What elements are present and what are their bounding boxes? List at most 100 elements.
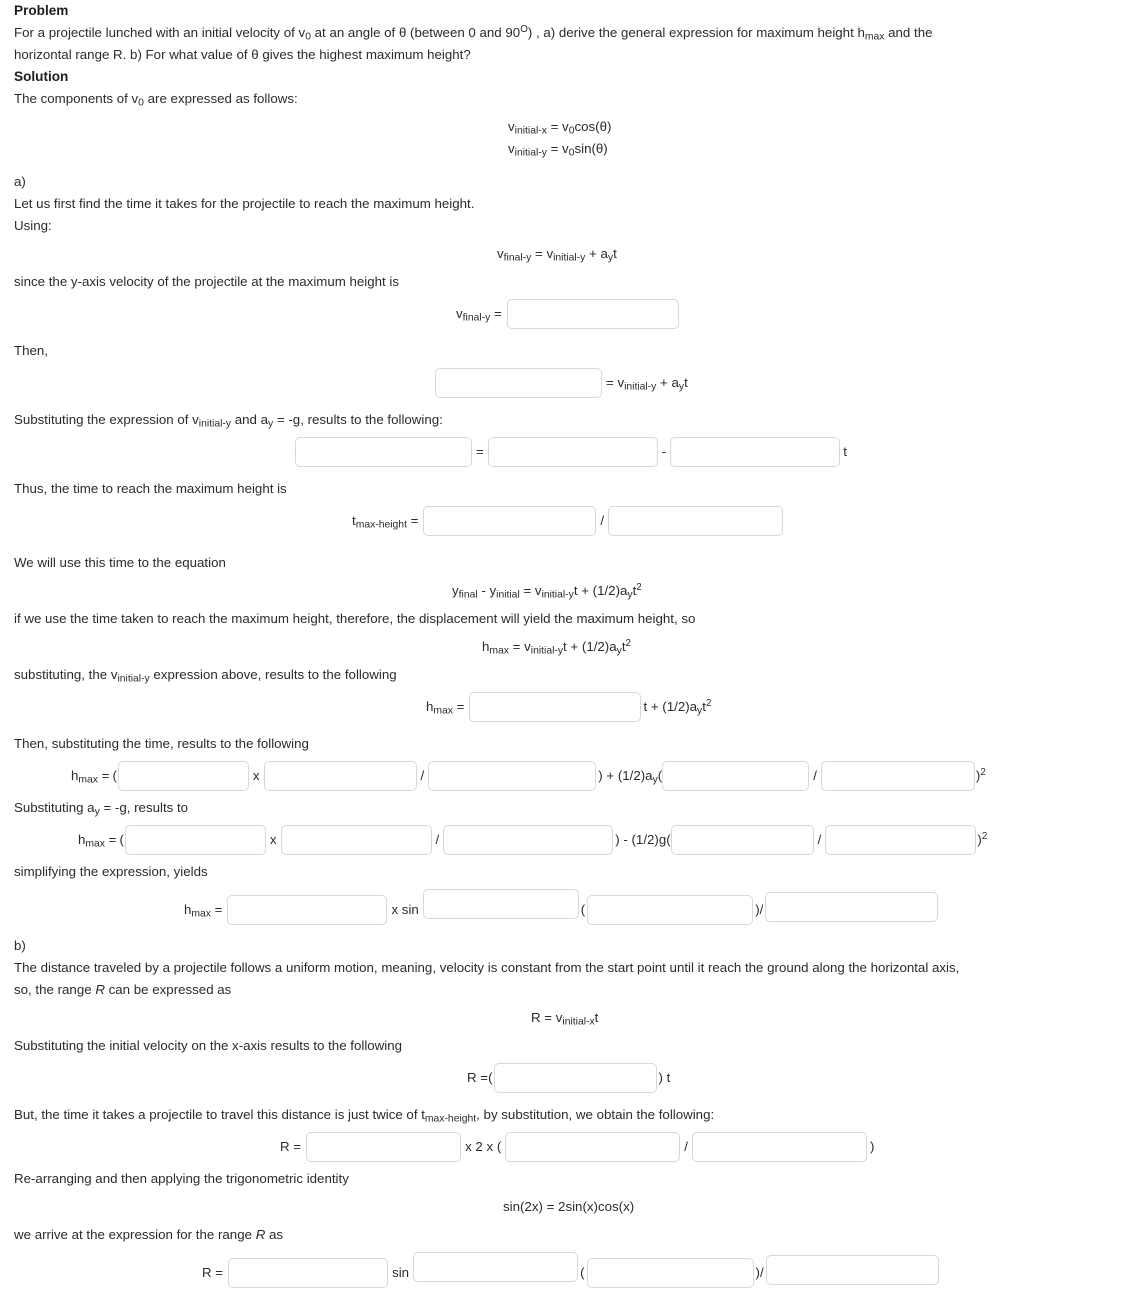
vfinal-row-label: vfinal-y = <box>456 304 502 324</box>
hmax-row3-sub: max <box>85 838 105 850</box>
range-eq-sub: initial-x <box>562 1016 595 1028</box>
problem-text-b: at an angle of θ (between 0 and 90 <box>310 25 521 40</box>
divide-operator-2: / <box>420 768 425 783</box>
squared-superscript-1: 2 <box>980 767 986 779</box>
subst-ay-text-a: Substituting a <box>14 800 95 815</box>
divide-operator-6: / <box>759 902 764 917</box>
input-hmaxg-1[interactable] <box>124 825 266 855</box>
paren-close-minus-1: ) - (1/2)g( <box>613 830 670 850</box>
input-simp-1[interactable] <box>227 895 388 925</box>
then-label: Then, <box>14 343 49 358</box>
then-t: t <box>684 375 688 390</box>
vx-equals: = v <box>546 119 569 134</box>
simplifying-line: simplifying the expression, yields <box>14 864 208 879</box>
equation-hmax-general: hmax = vinitial-yt + (1/2)ayt2 <box>14 636 1122 658</box>
vfinal-row-v: v <box>456 306 463 321</box>
input-range2-1[interactable] <box>306 1132 462 1162</box>
row-range-substituted: R = ( ) t <box>14 1063 1122 1093</box>
input-range3-4[interactable] <box>765 1255 939 1285</box>
divide-operator-3: / <box>813 768 817 783</box>
problem-text-d: and the <box>884 25 933 40</box>
vy-subscript: initial-y <box>514 147 547 159</box>
minus-operator-1: - <box>661 444 667 459</box>
input-hmax-t1[interactable] <box>117 761 249 791</box>
subst-vinit-sub: initial-y <box>117 673 150 685</box>
input-hmaxg-2[interactable] <box>280 825 432 855</box>
input-hmaxg-4[interactable] <box>670 825 814 855</box>
divide-operator-1: / <box>600 513 605 528</box>
input-range-1[interactable] <box>493 1063 657 1093</box>
tmax-sub: max-height <box>355 519 407 531</box>
input-range3-1[interactable] <box>228 1258 389 1288</box>
thus-time-line: Thus, the time to reach the maximum heig… <box>14 481 287 496</box>
hmax-equals: = v <box>508 639 531 654</box>
input-tmax-denominator[interactable] <box>608 506 784 536</box>
we-arrive-line: we arrive at the expression for the rang… <box>14 1224 1122 1246</box>
row-range-twice-tmax: R = x 2 x ( / ) <box>14 1132 1122 1162</box>
input-hmax-t4[interactable] <box>662 761 810 791</box>
hmax-row4-eq: = <box>210 902 223 917</box>
but-text-b: , by substitution, we obtain the followi… <box>476 1107 715 1122</box>
input-tmax-numerator[interactable] <box>423 506 597 536</box>
range-row3-label: R = <box>202 1265 224 1280</box>
arrive-text-b: as <box>265 1227 284 1242</box>
input-vfinal-y[interactable] <box>506 299 679 329</box>
degree-superscript: O <box>520 24 528 36</box>
input-hmaxg-3[interactable] <box>443 825 614 855</box>
paren-close-t-1: ) t <box>658 1070 671 1085</box>
input-subst-middle[interactable] <box>487 437 658 467</box>
input-range2-2[interactable] <box>505 1132 681 1162</box>
substituting-line: Substituting the expression of vinitial-… <box>14 409 1122 431</box>
part-b-label: b) <box>14 938 26 953</box>
tmax-equals: = <box>406 513 419 528</box>
input-hmax-t2[interactable] <box>263 761 417 791</box>
page-title-problem: Problem <box>14 3 69 18</box>
then-plus: + a <box>656 375 679 390</box>
times-operator-1: x <box>252 768 260 783</box>
input-then-lhs[interactable] <box>435 368 602 398</box>
arrive-text-a: we arrive at the expression for the rang… <box>14 1227 256 1242</box>
vy-equals: = v <box>546 141 569 156</box>
hmax-row2-label: hmax = <box>71 766 109 786</box>
input-range3-2[interactable] <box>413 1252 579 1282</box>
row-substitution-blanks: = - t <box>14 437 1122 467</box>
t-operator-1: t <box>843 444 847 459</box>
vfinal-equals: = v <box>531 246 554 261</box>
input-hmax-vinitial[interactable] <box>469 692 642 722</box>
row-tmax-height: tmax-height = / <box>14 506 1122 536</box>
paren-open-3: ( <box>119 832 124 847</box>
input-subst-right[interactable] <box>670 437 841 467</box>
y-minus: - y <box>477 583 497 598</box>
input-simp-4[interactable] <box>765 892 939 922</box>
divide-operator-7: / <box>684 1139 688 1154</box>
substituting-initial-velocity-line: Substituting the initial velocity on the… <box>14 1038 403 1053</box>
subst-vinitial-sub: initial-y <box>198 418 232 430</box>
part-b-line-1: The distance traveled by a projectile fo… <box>14 960 960 975</box>
input-hmaxg-5[interactable] <box>825 825 977 855</box>
input-range2-3[interactable] <box>691 1132 867 1162</box>
part-a-label: a) <box>14 174 26 189</box>
input-simp-3[interactable] <box>587 895 754 925</box>
paren-open-1: ( <box>112 768 117 783</box>
components-text-b: are expressed as follows: <box>143 91 298 106</box>
input-subst-left[interactable] <box>295 437 472 467</box>
input-range3-3[interactable] <box>586 1258 754 1288</box>
row-vfinal-blank: vfinal-y = <box>14 299 1122 329</box>
input-hmax-t5[interactable] <box>820 761 975 791</box>
y-equals: = v <box>519 583 542 598</box>
yfinal-sub: final <box>458 589 478 601</box>
equals-operator-1: = <box>476 444 484 459</box>
subst-text-b: and a <box>231 412 269 427</box>
hmax-row-label: hmax = <box>426 697 464 717</box>
vfinal-plus: + a <box>585 246 608 261</box>
hmax-tail-t: t + (1/2)a <box>643 699 698 714</box>
range-row-label: R = <box>467 1070 489 1085</box>
equation-v-initial-x: vinitial-x = v0cos(θ) <box>14 116 1122 138</box>
equation-vfinal-kinematic: vfinal-y = vinitial-y + ayt <box>14 243 1122 265</box>
divide-operator-4: / <box>435 832 440 847</box>
input-simp-2[interactable] <box>422 889 579 919</box>
problem-text-a: For a projectile lunched with an initial… <box>14 25 306 40</box>
hmax-row4-label: hmax = <box>184 900 222 920</box>
subst-text-a: Substituting the expression of v <box>14 412 199 427</box>
input-hmax-t3[interactable] <box>428 761 597 791</box>
